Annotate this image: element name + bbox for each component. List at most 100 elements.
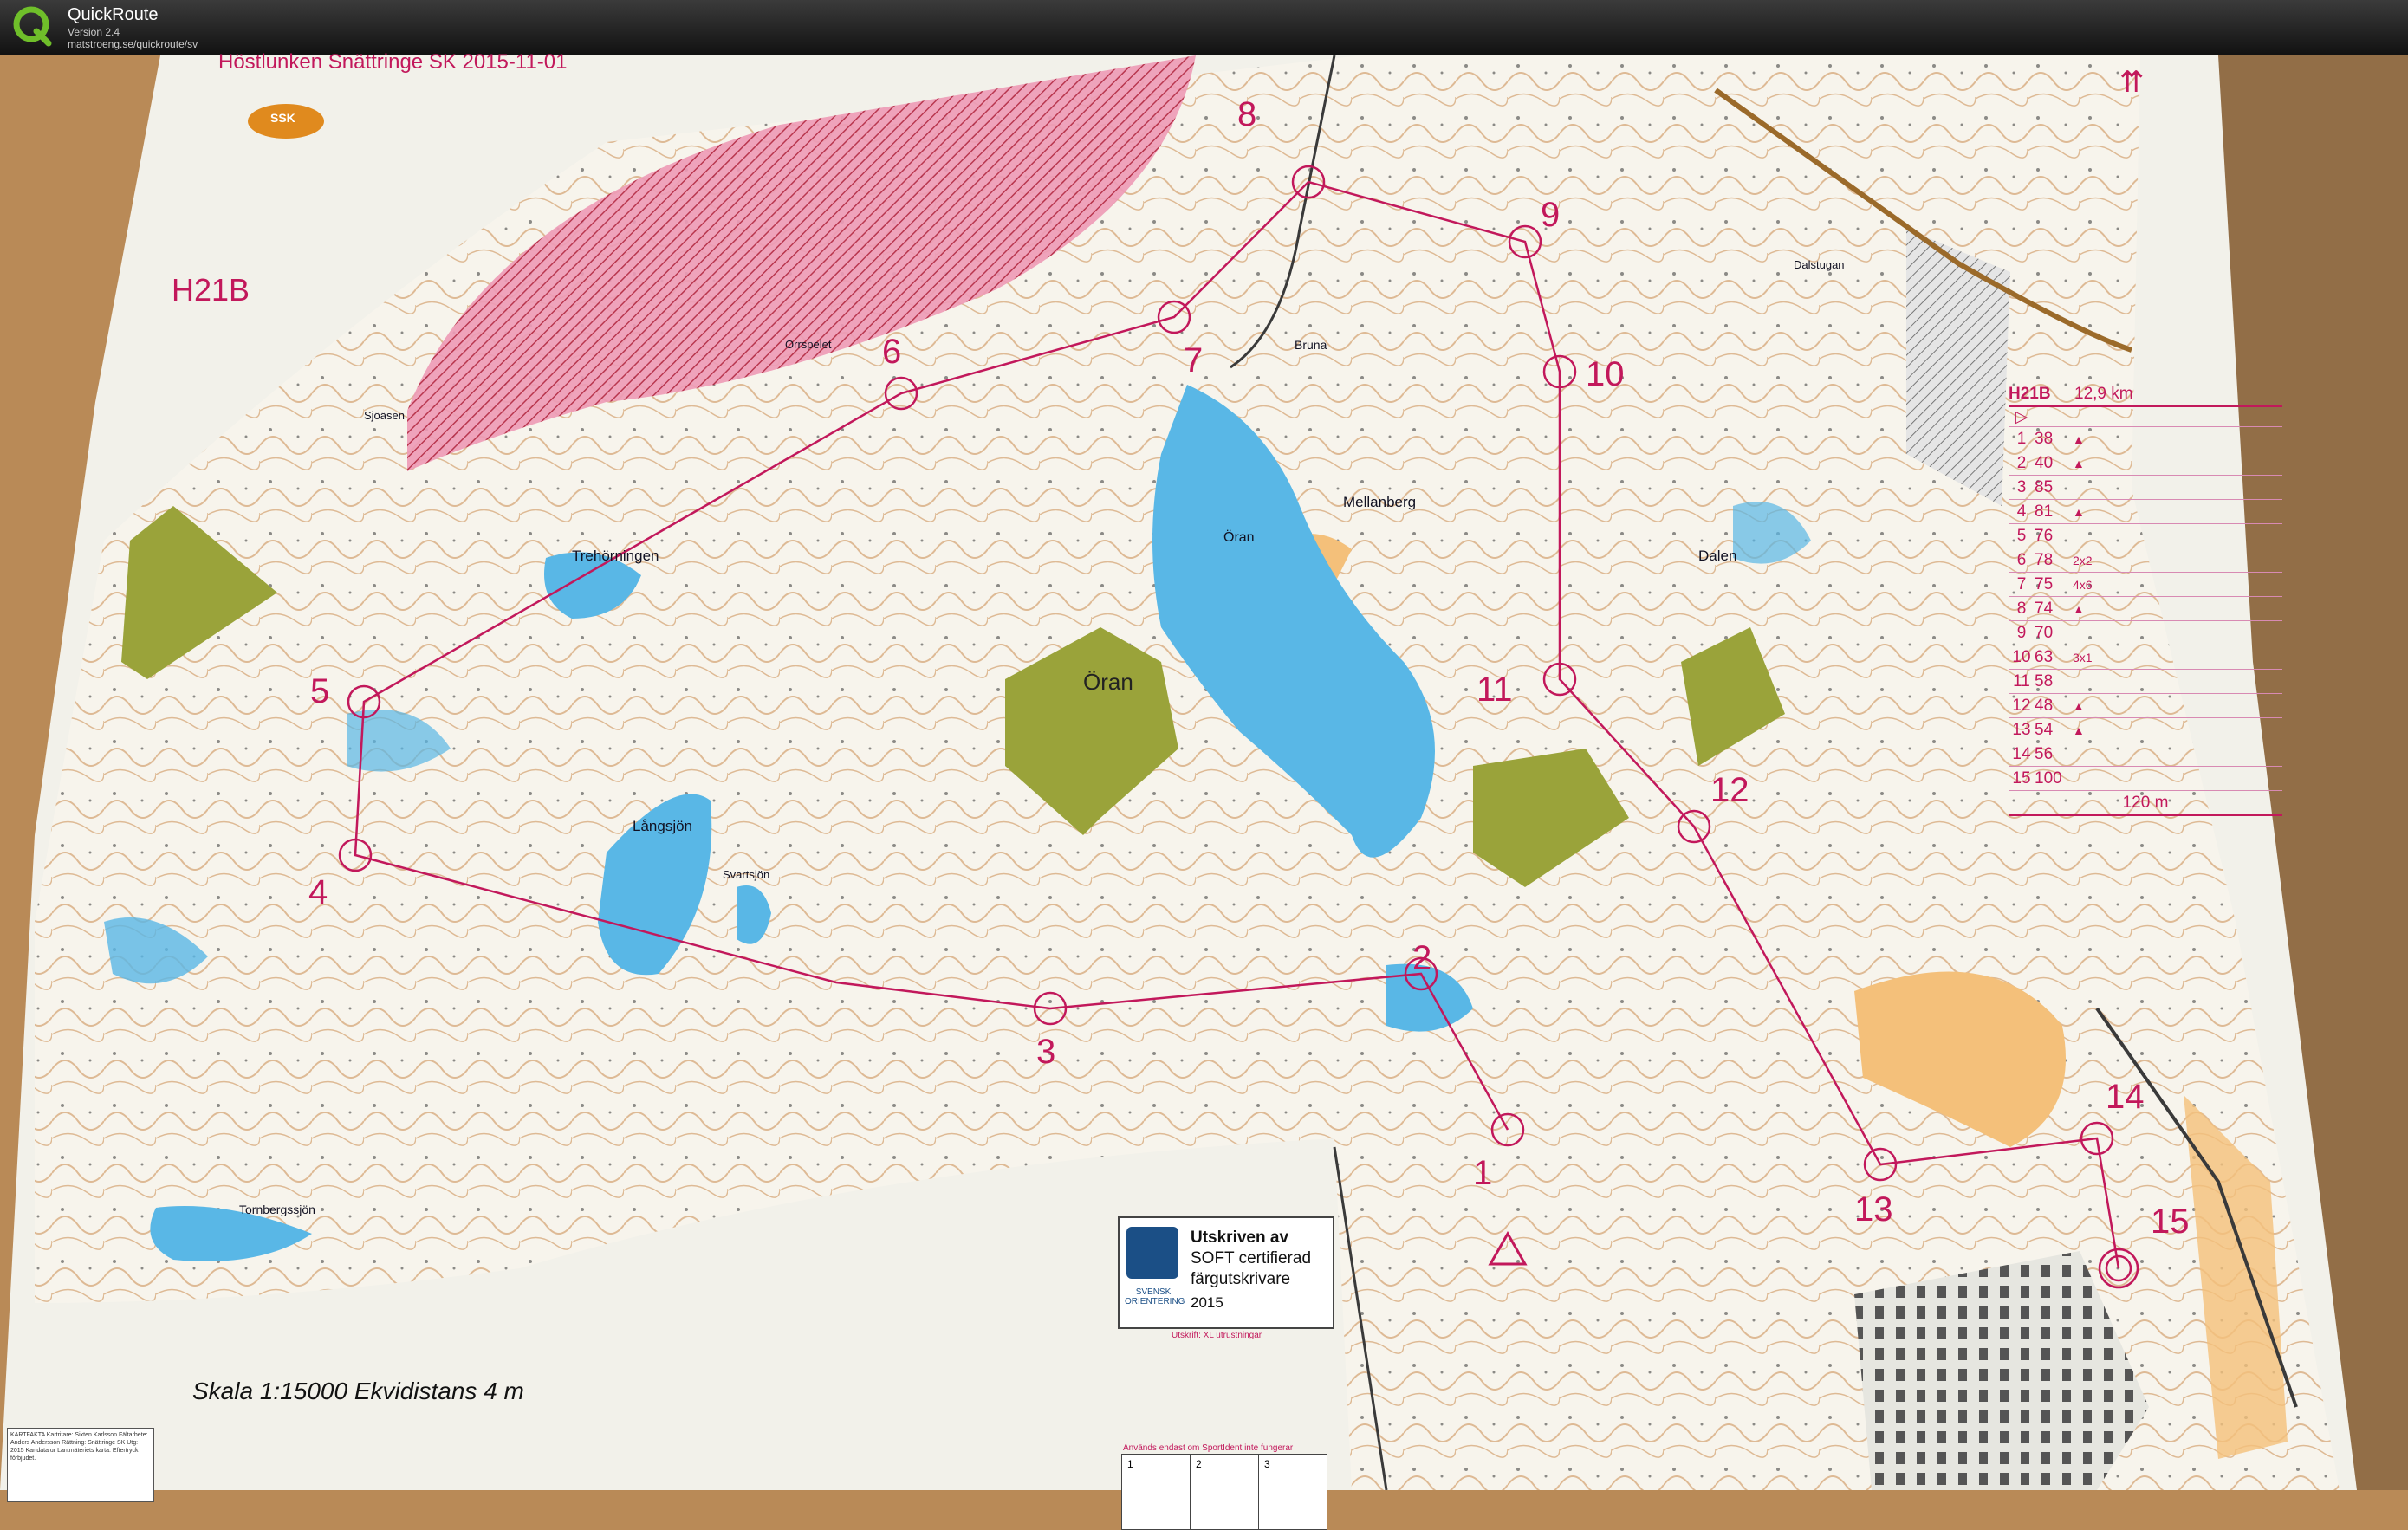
place-oran-field: Öran — [1083, 669, 1133, 695]
table-cell: ▲ — [2073, 504, 2085, 519]
control-number: 15 — [2151, 1203, 2190, 1241]
table-cell: 75 — [2035, 574, 2054, 593]
soft-line-1: Utskriven av — [1191, 1229, 1289, 1247]
table-cell: 81 — [2035, 502, 2054, 521]
table-row: 11 58 — [2009, 670, 2282, 694]
table-cell: ▲ — [2073, 723, 2085, 737]
scale-text: Skala 1:15000 Ekvidistans 4 m — [192, 1378, 524, 1404]
backup-punch-boxes: 1 2 3 — [1121, 1454, 1327, 1530]
table-cell: 56 — [2035, 744, 2054, 763]
app-url: matstroeng.se/quickroute/sv — [68, 38, 198, 50]
table-cell: 4x6 — [2073, 577, 2093, 592]
table-header: H21B 12,9 km — [2009, 382, 2282, 407]
table-cell: 100 — [2035, 768, 2062, 788]
table-cell: 6 — [2016, 550, 2027, 569]
table-row: 6 78 2x2 — [2009, 548, 2282, 573]
table-cell: 9 — [2016, 623, 2027, 642]
place-trehorningen: Trehörningen — [572, 548, 659, 564]
table-row: 13 54 ▲ — [2009, 718, 2282, 742]
table-row: 2 40 ▲ — [2009, 451, 2282, 476]
table-cell: 14 — [2012, 744, 2031, 763]
place-sjo: Sjöäsen — [364, 409, 405, 422]
table-cell: ▲ — [2073, 456, 2085, 470]
compass-logo-icon — [1126, 1227, 1178, 1279]
place-tornbergssjon: Tornbergssjön — [239, 1203, 315, 1216]
table-cell: 40 — [2035, 453, 2054, 472]
control-number: 6 — [882, 333, 902, 371]
control-number: 1 — [1473, 1154, 1493, 1192]
table-cell: ▲ — [2073, 698, 2085, 713]
table-cell: 48 — [2035, 696, 2054, 715]
table-row: 1 38 ▲ — [2009, 427, 2282, 451]
club-logo-text: SSK — [270, 111, 295, 125]
control-number: 8 — [1237, 95, 1257, 133]
control-number: 12 — [1710, 771, 1749, 809]
punch-box: 1 — [1122, 1455, 1191, 1529]
table-cell: 3x1 — [2073, 650, 2093, 665]
table-cell: 1 — [2016, 429, 2027, 448]
table-cell: 3 — [2016, 477, 2027, 496]
map-viewport[interactable]: ⇈ Höstlunken Snättringe SK 2015-11-01 H2… — [0, 50, 2408, 1530]
table-cell: 85 — [2035, 477, 2054, 496]
table-cell: 12 — [2012, 696, 2031, 715]
place-langsjon: Långsjön — [633, 818, 693, 834]
control-number: 4 — [308, 873, 328, 911]
table-cell: 38 — [2035, 429, 2054, 448]
control-number: 14 — [2106, 1078, 2145, 1116]
place-svartsjon: Svartsjön — [723, 868, 770, 881]
table-row: 3 85 — [2009, 476, 2282, 500]
table-cell: 58 — [2035, 671, 2054, 690]
place-orrspelet: Orrspelet — [785, 338, 832, 351]
table-cell: 76 — [2035, 526, 2054, 545]
table-cell: 78 — [2035, 550, 2054, 569]
soft-badge: SVENSK ORIENTERING Utskriven av SOFT cer… — [1118, 1216, 1334, 1329]
table-row: 14 56 — [2009, 742, 2282, 767]
place-bruna: Bruna — [1295, 338, 1327, 352]
soft-small-print: Utskrift: XL utrustningar — [1172, 1331, 1262, 1340]
soft-line-4: 2015 — [1191, 1294, 1223, 1311]
table-cell: ▲ — [2073, 601, 2085, 616]
control-number: 7 — [1184, 341, 1204, 379]
map-credits: KARTFAKTA Kartritare: Sixten Karlsson Fä… — [7, 1428, 154, 1502]
table-cell: 11 — [2013, 671, 2030, 690]
control-number: 2 — [1412, 939, 1432, 977]
control-number: 10 — [1586, 355, 1625, 393]
control-number: 11 — [1477, 671, 1513, 709]
place-mellanberg: Mellanberg — [1343, 494, 1417, 510]
punch-box: 2 — [1191, 1455, 1259, 1529]
table-cell: 4 — [2016, 502, 2027, 521]
title-bar: QuickRoute Version 2.4 matstroeng.se/qui… — [0, 0, 2408, 55]
control-number: 5 — [310, 672, 330, 710]
soft-brand: SVENSK ORIENTERING — [1125, 1287, 1185, 1306]
place-dalen: Dalen — [1698, 548, 1737, 564]
soft-line-2: SOFT certifierad — [1191, 1249, 1312, 1267]
table-row: ▷ — [2009, 407, 2282, 427]
table-footer: 120 m — [2009, 791, 2282, 816]
table-row: 4 81 ▲ — [2009, 500, 2282, 524]
app-version: Version 2.4 — [68, 26, 120, 38]
table-cell: 7 — [2016, 574, 2027, 593]
table-cell: 2x2 — [2073, 553, 2093, 567]
backup-note: Används endast om SportIdent inte funger… — [1123, 1443, 1294, 1453]
table-cell: 10 — [2012, 647, 2031, 666]
table-cell: 70 — [2035, 623, 2054, 642]
event-title: Höstlunken Snättringe SK 2015-11-01 — [218, 50, 568, 74]
table-cell: 54 — [2035, 720, 2054, 739]
table-cell: ▲ — [2073, 431, 2085, 446]
table-row: 5 76 — [2009, 524, 2282, 548]
table-row: 8 74 ▲ — [2009, 597, 2282, 621]
table-row: 7 75 4x6 — [2009, 573, 2282, 597]
table-row: 9 70 — [2009, 621, 2282, 645]
quickroute-logo-icon — [13, 6, 52, 47]
control-number: 9 — [1541, 196, 1561, 234]
table-row: 12 48 ▲ — [2009, 694, 2282, 718]
table-cell: 74 — [2035, 599, 2054, 618]
control-description-table: H21B 12,9 km ▷ 1 38 ▲ 2 40 ▲ 3 85 4 81 ▲ 5 76 6 78 2x2 7… — [2009, 382, 2282, 816]
table-cell: 5 — [2016, 526, 2027, 545]
table-cell: 15 — [2012, 768, 2031, 788]
table-row: 10 63 3x1 — [2009, 645, 2282, 670]
place-oran-lake: Öran — [1223, 530, 1255, 545]
punch-box: 3 — [1264, 1458, 1270, 1470]
table-cell: 63 — [2035, 647, 2054, 666]
north-mark: ⇈ — [2119, 66, 2145, 99]
